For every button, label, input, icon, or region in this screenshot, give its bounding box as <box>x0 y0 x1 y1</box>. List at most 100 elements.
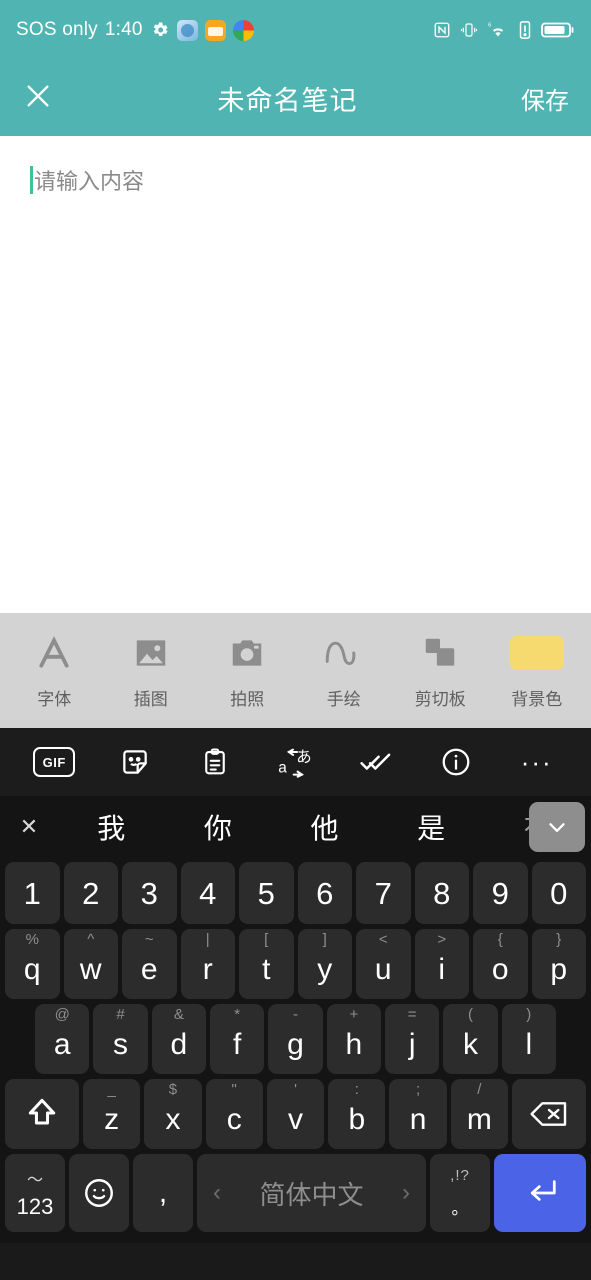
key-3[interactable]: 3 <box>122 862 177 924</box>
key-f[interactable]: * f <box>210 1004 265 1074</box>
key-h[interactable]: + h <box>326 1004 381 1074</box>
chevron-down-icon[interactable] <box>529 802 585 852</box>
period-key[interactable]: ,!? 。 <box>430 1154 490 1232</box>
key-5[interactable]: 5 <box>239 862 294 924</box>
toolbar-label-camera: 拍照 <box>230 689 265 709</box>
key-4[interactable]: 4 <box>180 862 235 924</box>
key-a[interactable]: @ a <box>35 1004 90 1074</box>
image-icon <box>132 632 170 674</box>
key-8[interactable]: 8 <box>414 862 469 924</box>
gif-icon[interactable]: GIF <box>31 739 77 785</box>
note-first-line: 请输入内容 <box>30 164 561 196</box>
key-i[interactable]: > i <box>414 929 469 999</box>
emoji-icon[interactable] <box>69 1154 129 1232</box>
translate-icon[interactable]: a あ <box>272 739 318 785</box>
key-6[interactable]: 6 <box>297 862 352 924</box>
toolbar-label-clipboard: 剪切板 <box>414 689 466 709</box>
clipboard-icon[interactable] <box>192 739 238 785</box>
font-icon <box>35 632 73 674</box>
candidate-item[interactable]: 你 <box>165 807 272 847</box>
keyboard-row-numbers: 1 2 3 4 5 6 7 8 9 0 <box>2 862 589 924</box>
app-icon-multicolor <box>232 19 254 41</box>
key-r[interactable]: | r <box>180 929 235 999</box>
ime-toolbar: GIF a あ ··· <box>0 728 591 796</box>
key-c[interactable]: " c <box>205 1079 263 1149</box>
keyboard: 1 2 3 4 5 6 7 8 9 0 % q ^ w ~ e | r [t ] y < u… <box>0 858 591 1243</box>
key-j[interactable]: = j <box>384 1004 440 1074</box>
status-bar-left: SOS only 1:40 <box>16 19 254 41</box>
toolbar-label-draw: 手绘 <box>326 689 361 709</box>
symbols-key[interactable]: 〜 123 <box>5 1154 65 1232</box>
key-x[interactable]: $ x <box>144 1079 202 1149</box>
save-button[interactable]: 保存 <box>521 81 569 116</box>
key-w[interactable]: ^ w <box>63 929 118 999</box>
candidate-item[interactable]: 是 <box>378 807 485 847</box>
carrier-label: SOS only <box>16 19 98 40</box>
prev-ime-icon[interactable]: ‹ <box>213 1179 221 1207</box>
app-icon-blue <box>176 19 198 41</box>
battery-icon <box>541 21 575 39</box>
keyboard-row-bottom: 〜 123 , ‹ 简体中文 › ,!? 。 <box>2 1154 589 1232</box>
key-q[interactable]: % q <box>5 929 60 999</box>
clipboard-layers-icon <box>421 632 459 674</box>
key-y[interactable]: ] y <box>297 929 352 999</box>
handwrite-wave-icon <box>323 632 365 674</box>
backspace-icon[interactable] <box>511 1079 586 1149</box>
svg-text:a: a <box>279 759 288 776</box>
key-t[interactable]: [t <box>239 929 294 999</box>
svg-text:あ: あ <box>297 749 312 766</box>
vibrate-icon <box>460 21 478 39</box>
more-icon[interactable]: ··· <box>514 739 560 785</box>
close-icon[interactable] <box>22 80 54 117</box>
info-icon[interactable] <box>433 739 479 785</box>
comma-key[interactable]: , <box>133 1154 193 1232</box>
space-label: 简体中文 <box>259 1179 364 1210</box>
key-n[interactable]: ; n <box>389 1079 447 1149</box>
candidate-item[interactable]: 我 <box>58 807 165 847</box>
toolbar-item-clipboard[interactable]: 剪切板 <box>397 632 483 710</box>
enter-icon[interactable] <box>494 1154 586 1232</box>
key-9[interactable]: 9 <box>473 862 528 924</box>
toolbar-item-camera[interactable]: 拍照 <box>204 632 290 710</box>
key-g[interactable]: -g <box>268 1004 323 1074</box>
note-placeholder: 请输入内容 <box>34 169 145 194</box>
key-d[interactable]: & d <box>151 1004 206 1074</box>
candidate-item[interactable]: 他 <box>271 807 378 847</box>
key-2[interactable]: 2 <box>63 862 118 924</box>
svg-text:6: 6 <box>488 23 491 29</box>
toolbar-item-font[interactable]: 字体 <box>11 632 97 710</box>
toolbar-item-background-color[interactable]: 背景色 <box>494 632 580 710</box>
candidate-close-icon[interactable]: ✕ <box>0 814 58 840</box>
key-s[interactable]: # s <box>93 1004 148 1074</box>
status-bar: SOS only 1:40 6 <box>0 0 591 60</box>
next-ime-icon[interactable]: › <box>402 1179 410 1207</box>
toolbar-item-image[interactable]: 插图 <box>108 632 194 710</box>
key-7[interactable]: 7 <box>356 862 411 924</box>
key-0[interactable]: 0 <box>531 862 586 924</box>
note-editor[interactable]: 请输入内容 <box>0 136 591 613</box>
key-o[interactable]: {o <box>473 929 528 999</box>
wifi6-icon: 6 <box>487 21 509 39</box>
key-1[interactable]: 1 <box>5 862 60 924</box>
gear-icon <box>150 20 170 40</box>
key-p[interactable]: } p <box>531 929 586 999</box>
key-e[interactable]: ~ e <box>122 929 177 999</box>
sticker-icon[interactable] <box>112 739 158 785</box>
keyboard-row-middle: @ a # s & d * f -g + h = j (k ) l <box>2 1004 589 1074</box>
key-m[interactable]: / m <box>450 1079 508 1149</box>
space-key[interactable]: ‹ 简体中文 › <box>197 1154 426 1232</box>
key-b[interactable]: :b <box>328 1079 386 1149</box>
nfc-icon <box>433 21 451 39</box>
candidate-list: 我 你 他 是 有 <box>58 807 591 847</box>
shift-icon[interactable] <box>5 1079 80 1149</box>
key-u[interactable]: < u <box>356 929 411 999</box>
key-k[interactable]: (k <box>443 1004 498 1074</box>
text-caret <box>30 166 33 194</box>
key-l[interactable]: ) l <box>501 1004 556 1074</box>
spellcheck-icon[interactable] <box>353 739 399 785</box>
key-z[interactable]: _ z <box>83 1079 141 1149</box>
status-bar-right: 6 <box>433 21 575 39</box>
toolbar-item-draw[interactable]: 手绘 <box>301 632 387 710</box>
page-title: 未命名笔记 <box>217 85 358 116</box>
key-v[interactable]: ' v <box>266 1079 325 1149</box>
